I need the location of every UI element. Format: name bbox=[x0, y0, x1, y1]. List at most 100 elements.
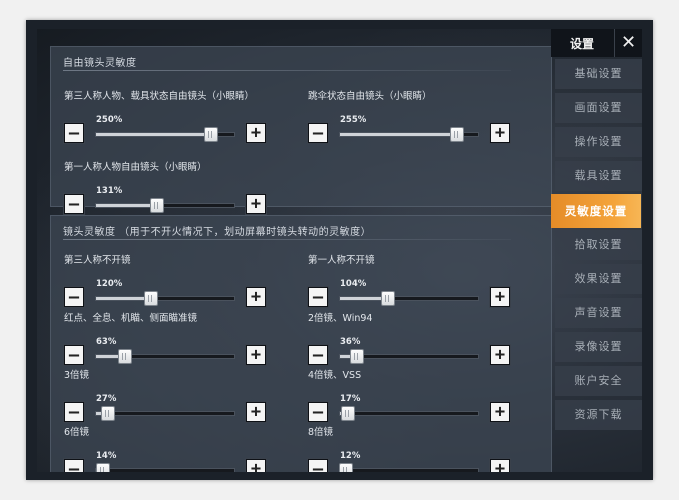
camera-title: 镜头灵敏度 （用于不开火情况下，划动屏幕时镜头转动的灵敏度） bbox=[63, 227, 372, 238]
increase-button[interactable]: + bbox=[490, 459, 510, 472]
increase-button[interactable]: + bbox=[246, 194, 266, 214]
free-camera-panel: 自由镜头灵敏度 第三人称人物、载具状态自由镜头（小眼睛） 250% — + 跳伞… bbox=[50, 46, 552, 214]
decrease-button[interactable]: — bbox=[64, 123, 84, 143]
decrease-button[interactable]: — bbox=[308, 123, 328, 143]
decrease-button[interactable]: — bbox=[308, 459, 328, 472]
decrease-button[interactable]: — bbox=[308, 287, 328, 307]
increase-button[interactable]: + bbox=[246, 402, 266, 422]
settings-sidebar: 设置 ✕ 基础设置 画面设置 操作设置 载具设置 灵敏度设置 拾取设置 效果设置… bbox=[551, 29, 642, 472]
sidebar-item-account[interactable]: 账户安全 bbox=[555, 366, 642, 396]
slider-thumb[interactable] bbox=[349, 349, 364, 364]
slider-track[interactable] bbox=[95, 406, 235, 421]
increase-button[interactable]: + bbox=[490, 123, 510, 143]
increase-button[interactable]: + bbox=[490, 402, 510, 422]
slider-fill bbox=[96, 204, 157, 207]
sidebar-item-controls[interactable]: 操作设置 bbox=[555, 127, 642, 157]
slider-label: 8倍镜 bbox=[308, 427, 334, 438]
decrease-button[interactable]: — bbox=[64, 459, 84, 472]
sidebar-item-downloads[interactable]: 资源下载 bbox=[555, 400, 642, 430]
camera-panel: 镜头灵敏度 （用于不开火情况下，划动屏幕时镜头转动的灵敏度） 第三人称不开镜 1… bbox=[50, 215, 552, 472]
slider-thumb[interactable] bbox=[381, 291, 396, 306]
slider-track[interactable] bbox=[95, 463, 235, 472]
decrease-button[interactable]: — bbox=[64, 194, 84, 214]
slider-value: 36% bbox=[340, 337, 361, 347]
sidebar-item-pickup[interactable]: 拾取设置 bbox=[555, 230, 642, 260]
decrease-button[interactable]: — bbox=[64, 345, 84, 365]
increase-button[interactable]: + bbox=[246, 123, 266, 143]
decrease-button[interactable]: — bbox=[308, 402, 328, 422]
slider-value: 12% bbox=[340, 451, 361, 461]
sidebar-item-graphics[interactable]: 画面设置 bbox=[555, 93, 642, 123]
slider-thumb[interactable] bbox=[101, 406, 116, 421]
slider-label: 3倍镜 bbox=[64, 370, 90, 381]
slider-thumb[interactable] bbox=[95, 463, 110, 472]
decrease-button[interactable]: — bbox=[64, 402, 84, 422]
increase-button[interactable]: + bbox=[246, 459, 266, 472]
slider-track[interactable] bbox=[339, 127, 479, 142]
slider-thumb[interactable] bbox=[338, 463, 353, 472]
slider-label: 4倍镜、VSS bbox=[308, 370, 362, 381]
increase-button[interactable]: + bbox=[246, 345, 266, 365]
slider-track[interactable] bbox=[339, 406, 479, 421]
slider-value: 255% bbox=[340, 115, 367, 125]
sidebar-item-basic[interactable]: 基础设置 bbox=[555, 59, 642, 89]
slider-value: 120% bbox=[96, 279, 123, 289]
slider-control: 第一人称人物自由镜头（小眼睛） 131% — + bbox=[64, 159, 274, 214]
slider-value: 17% bbox=[340, 394, 361, 404]
slider-control: 3倍镜 27% — + bbox=[64, 367, 274, 422]
free-camera-title: 自由镜头灵敏度 bbox=[63, 58, 137, 69]
slider-control: 6倍镜 14% — + bbox=[64, 424, 274, 472]
slider-track[interactable] bbox=[95, 198, 235, 213]
sidebar-item-effects[interactable]: 效果设置 bbox=[555, 264, 642, 294]
slider-thumb[interactable] bbox=[149, 198, 164, 213]
section-divider bbox=[63, 70, 511, 71]
slider-track[interactable] bbox=[339, 349, 479, 364]
slider-control: 4倍镜、VSS 17% — + bbox=[308, 367, 518, 422]
slider-track[interactable] bbox=[95, 349, 235, 364]
slider-control: 第三人称人物、载具状态自由镜头（小眼睛） 250% — + bbox=[64, 88, 274, 143]
slider-track[interactable] bbox=[95, 127, 235, 142]
slider-label: 第一人称不开镜 bbox=[308, 255, 375, 266]
slider-fill bbox=[96, 133, 211, 136]
slider-value: 131% bbox=[96, 186, 123, 196]
slider-control: 红点、全息、机瞄、侧面瞄准镜 63% — + bbox=[64, 310, 274, 365]
slider-label: 6倍镜 bbox=[64, 427, 90, 438]
slider-thumb[interactable] bbox=[203, 127, 218, 142]
slider-track[interactable] bbox=[95, 291, 235, 306]
decrease-button[interactable]: — bbox=[308, 345, 328, 365]
slider-label: 2倍镜、Win94 bbox=[308, 313, 373, 324]
sidebar-header: 设置 ✕ bbox=[551, 29, 642, 57]
slider-label: 第一人称人物自由镜头（小眼睛） bbox=[64, 162, 207, 173]
close-icon[interactable]: ✕ bbox=[614, 29, 642, 57]
slider-track[interactable] bbox=[339, 291, 479, 306]
increase-button[interactable]: + bbox=[490, 287, 510, 307]
sidebar-item-sound[interactable]: 声音设置 bbox=[555, 298, 642, 328]
slider-control: 8倍镜 12% — + bbox=[308, 424, 518, 472]
slider-value: 27% bbox=[96, 394, 117, 404]
sidebar-item-recording[interactable]: 录像设置 bbox=[555, 332, 642, 362]
decrease-button[interactable]: — bbox=[64, 287, 84, 307]
increase-button[interactable]: + bbox=[490, 345, 510, 365]
settings-title: 设置 bbox=[570, 37, 595, 51]
increase-button[interactable]: + bbox=[246, 287, 266, 307]
slider-control: 2倍镜、Win94 36% — + bbox=[308, 310, 518, 365]
sidebar-item-sensitivity[interactable]: 灵敏度设置 bbox=[551, 194, 641, 228]
slider-fill bbox=[96, 297, 152, 300]
slider-label: 跳伞状态自由镜头（小眼睛） bbox=[308, 91, 432, 102]
sidebar-item-vehicle[interactable]: 载具设置 bbox=[555, 161, 642, 191]
slider-fill bbox=[340, 133, 458, 136]
slider-value: 104% bbox=[340, 279, 367, 289]
slider-value: 250% bbox=[96, 115, 123, 125]
slider-control: 第一人称不开镜 104% — + bbox=[308, 252, 518, 307]
slider-thumb[interactable] bbox=[144, 291, 159, 306]
slider-label: 第三人称人物、载具状态自由镜头（小眼睛） bbox=[64, 91, 255, 102]
slider-label: 红点、全息、机瞄、侧面瞄准镜 bbox=[64, 313, 198, 324]
slider-control: 第三人称不开镜 120% — + bbox=[64, 252, 274, 307]
slider-thumb[interactable] bbox=[450, 127, 465, 142]
slider-thumb[interactable] bbox=[341, 406, 356, 421]
slider-value: 63% bbox=[96, 337, 117, 347]
slider-track[interactable] bbox=[338, 463, 479, 472]
slider-thumb[interactable] bbox=[117, 349, 132, 364]
slider-value: 14% bbox=[96, 451, 117, 461]
settings-screen: 自由镜头灵敏度 第三人称人物、载具状态自由镜头（小眼睛） 250% — + 跳伞… bbox=[37, 29, 642, 472]
